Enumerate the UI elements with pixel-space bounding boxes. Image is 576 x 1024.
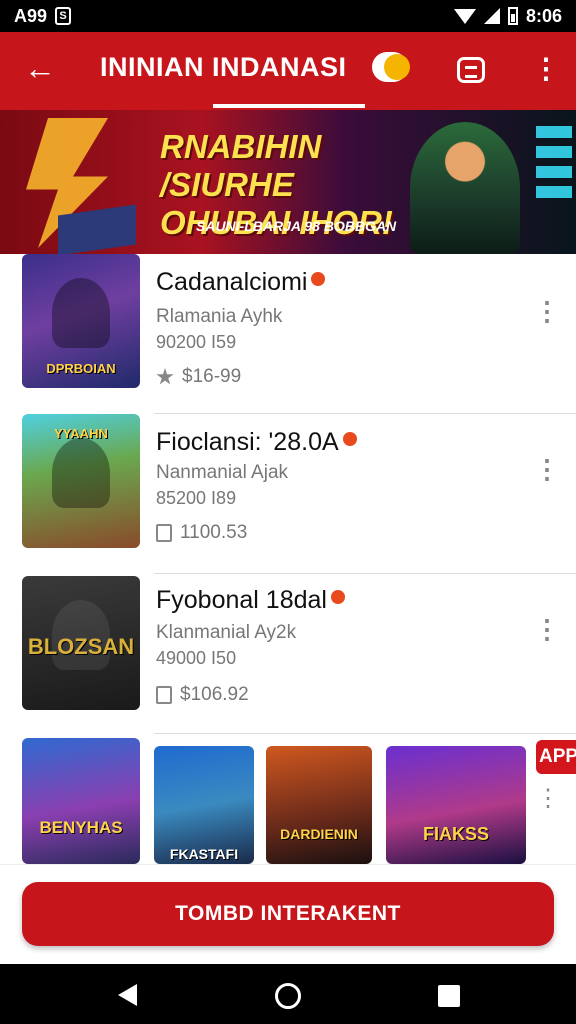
game-title[interactable]: Cadanalciomi: [156, 268, 326, 297]
game-price: 1100.53: [180, 522, 248, 543]
game-list: DPRBOIAN Cadanalciomi Rlamania Ayhk 9020…: [0, 254, 576, 864]
game-price-row: 1100.53: [156, 522, 247, 544]
carousel-card[interactable]: FKASTAFI: [154, 746, 254, 864]
thumbs-up-icon: [156, 686, 172, 704]
game-thumbnail[interactable]: BLOZSAN: [22, 576, 140, 710]
more-options-icon[interactable]: ⋮: [534, 456, 560, 502]
card-label: DARDIENIN: [280, 826, 358, 842]
status-left: A99 S: [14, 5, 72, 27]
game-title-text: Fyobonal 18dal: [156, 586, 327, 614]
game-downloads: 49000 I50: [156, 648, 237, 668]
thumbnail-label: DPRBOIAN: [46, 361, 116, 376]
status-right: 8:06: [453, 5, 562, 27]
hot-badge-icon: [311, 272, 326, 287]
promo-banner[interactable]: RNABIHIN /SIURHE OHUBAI IHOR! SAUNI-LBAR…: [0, 110, 576, 254]
list-item[interactable]: DPRBOIAN Cadanalciomi Rlamania Ayhk 9020…: [0, 254, 576, 414]
card-label: FKASTAFI: [169, 846, 239, 862]
banner-subtitle: SAUNI-LBARJA 98 BOBBGAN: [196, 218, 397, 234]
carousel-card[interactable]: DARDIENIN: [266, 746, 372, 864]
carousel-card[interactable]: FIAKSS: [386, 746, 526, 864]
interact-button[interactable]: TOMBD INTERAKENT: [22, 882, 554, 946]
game-price: $106.92: [180, 684, 249, 705]
game-downloads: 85200 I89: [156, 488, 237, 508]
game-title-text: Fioclansi: '28.0A: [156, 428, 339, 456]
carousel-card[interactable]: BENYHAS: [22, 738, 140, 864]
more-options-icon[interactable]: ⋮: [534, 298, 560, 344]
game-thumbnail[interactable]: DPRBOIAN: [22, 254, 140, 388]
wifi-icon: [453, 8, 476, 24]
status-carrier-text: A99: [14, 5, 48, 26]
list-item[interactable]: BLOZSAN Fyobonal 18dal Klanmanial Ay2k 4…: [0, 574, 576, 734]
bottom-action-area: TOMBD INTERAKENT: [0, 864, 576, 964]
nav-back-icon[interactable]: [118, 984, 137, 1006]
game-developer: Rlamania Ayhk: [156, 306, 283, 327]
star-icon: [156, 368, 174, 385]
app-tag-badge[interactable]: APP: [536, 740, 576, 774]
tab-indicator: [213, 104, 365, 108]
game-thumbnail[interactable]: YYAAHN: [22, 414, 140, 548]
game-downloads: 90200 I59: [156, 332, 237, 352]
game-title[interactable]: Fyobonal 18dal: [156, 586, 345, 615]
card-label: FIAKSS: [422, 824, 489, 844]
back-arrow-icon[interactable]: ←: [20, 50, 60, 90]
overflow-menu-icon[interactable]: ⋮: [532, 52, 560, 88]
sim-icon: S: [55, 7, 72, 25]
game-price: $16-99: [182, 366, 242, 387]
list-item[interactable]: YYAAHN Fioclansi: '28.0A Nanmanial Ajak …: [0, 414, 576, 574]
clock-badge-icon: [372, 52, 410, 82]
system-nav-bar: [0, 964, 576, 1024]
chat-icon[interactable]: [457, 57, 485, 83]
thumbnail-label: BLOZSAN: [27, 634, 135, 659]
game-title-text: Cadanalciomi: [156, 268, 308, 296]
banner-hero-character: [410, 122, 520, 254]
nav-recents-icon[interactable]: [438, 985, 460, 1007]
banner-lights-graphic: [536, 126, 572, 206]
thumbnail-label: YYAAHN: [54, 426, 108, 441]
status-time: 8:06: [525, 5, 562, 26]
game-developer: Klanmanial Ay2k: [156, 622, 297, 643]
app-bar: ← ININIAN INDANASI ⋮: [0, 32, 576, 110]
divider: [154, 733, 576, 734]
featured-carousel: BENYHAS FKASTAFI DARDIENIN FIAKSS: [0, 738, 576, 864]
thumbnail-character: [52, 278, 110, 348]
hot-badge-icon: [330, 590, 345, 605]
game-developer: Nanmanial Ajak: [156, 462, 289, 483]
battery-icon: [507, 7, 518, 25]
card-label: BENYHAS: [39, 818, 123, 837]
more-options-icon[interactable]: ⋮: [534, 616, 560, 662]
game-price-row: $106.92: [156, 684, 249, 706]
thumbs-up-icon: [156, 524, 172, 542]
more-options-icon[interactable]: ⋮: [536, 784, 560, 824]
game-title[interactable]: Fioclansi: '28.0A: [156, 428, 357, 457]
page-title: ININIAN INDANASI: [100, 52, 347, 82]
thumbnail-character: [52, 438, 110, 508]
signal-icon: [483, 8, 500, 24]
nav-home-icon[interactable]: [275, 983, 301, 1009]
hot-badge-icon: [342, 432, 357, 447]
status-bar: A99 S 8:06: [0, 0, 576, 32]
game-price-row: $16-99: [156, 366, 241, 388]
banner-headline-line1: RNABIHIN /SIURHE: [160, 128, 322, 203]
